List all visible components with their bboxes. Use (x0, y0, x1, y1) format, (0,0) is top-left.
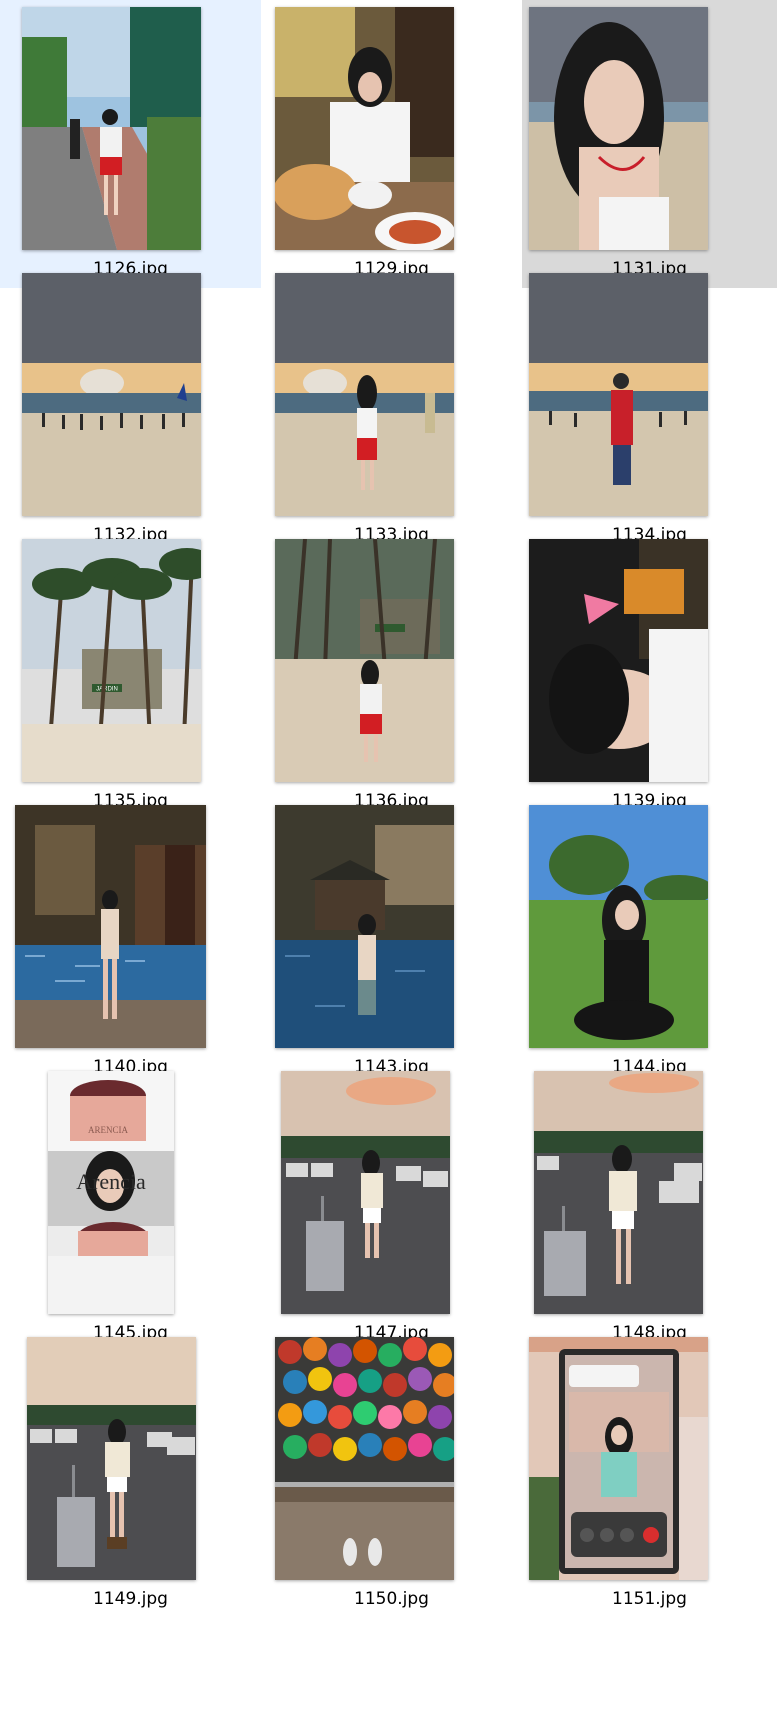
thumbnail (15, 805, 206, 1048)
thumbnail (529, 539, 708, 782)
file-grid: 1126.jpg 1129.jpg 1131.jpg 1132.jpg 1133… (0, 0, 777, 1710)
file-item[interactable]: 1147.jpg (261, 1064, 522, 1352)
file-item[interactable]: 1132.jpg (0, 266, 261, 554)
file-item[interactable]: 1134.jpg (522, 266, 777, 554)
file-item[interactable]: 1139.jpg (522, 532, 777, 820)
file-item[interactable]: 1149.jpg (0, 1330, 261, 1618)
parking-lot-suitcase-photo (281, 1071, 450, 1314)
file-item[interactable]: 1148.jpg (522, 1064, 777, 1352)
sunset-beach-pose-photo (275, 273, 454, 516)
beach-man-photo (529, 273, 708, 516)
thumbnail (27, 1337, 196, 1580)
file-item[interactable]: 1133.jpg (261, 266, 522, 554)
file-item[interactable]: JARDIN 1135.jpg (0, 532, 261, 820)
thumbnail: JARDIN (22, 539, 201, 782)
night-pool-wading-photo (275, 805, 454, 1048)
file-item[interactable]: ARENCIA Arencia 1145.jpg (0, 1064, 261, 1352)
file-name: 1151.jpg (612, 1589, 687, 1609)
file-name: 1150.jpg (354, 1589, 429, 1609)
thumbnail (529, 1337, 708, 1580)
thumbnail (275, 805, 454, 1048)
overlay-text: Arencia (76, 1169, 146, 1194)
thumbnail (529, 805, 708, 1048)
file-item[interactable]: 1129.jpg (261, 0, 522, 288)
jar-label: ARENCIA (88, 1125, 128, 1135)
park-grass-photo (529, 805, 708, 1048)
file-item[interactable]: 1126.jpg (0, 0, 261, 288)
jardin-sign: JARDIN (96, 687, 118, 693)
plush-toys-photo (275, 1337, 454, 1580)
file-item[interactable]: 1136.jpg (261, 532, 522, 820)
restaurant-photo (275, 7, 454, 250)
beach-selfie-photo (529, 7, 708, 250)
thumbnail (529, 7, 708, 250)
night-pool-photo (15, 805, 206, 1048)
thumbnail (22, 273, 201, 516)
thumbnail (534, 1071, 703, 1314)
file-item[interactable]: 1131.jpg (522, 0, 777, 288)
thumbnail (275, 1337, 454, 1580)
file-item[interactable]: 1143.jpg (261, 798, 522, 1086)
sunset-beach-photo (22, 273, 201, 516)
drink-selfie-photo (529, 539, 708, 782)
file-item[interactable]: 1150.jpg (261, 1330, 522, 1618)
palm-beach-photo: JARDIN (22, 539, 201, 782)
thumbnail (281, 1071, 450, 1314)
file-item[interactable]: 1144.jpg (522, 798, 777, 1086)
beach-evening-photo (275, 539, 454, 782)
mirror-selfie-photo (529, 1337, 708, 1580)
thumbnail (275, 7, 454, 250)
parking-lot-suitcase-photo-2 (27, 1337, 196, 1580)
file-item[interactable]: 1140.jpg (0, 798, 261, 1086)
thumbnail: ARENCIA Arencia (48, 1071, 174, 1314)
thumbnail (275, 273, 454, 516)
thumbnail (22, 7, 201, 250)
street-photo (22, 7, 201, 250)
cosmetic-product-photo: ARENCIA Arencia (48, 1071, 174, 1314)
file-name: 1149.jpg (93, 1589, 168, 1609)
thumbnail (275, 539, 454, 782)
thumbnail (529, 273, 708, 516)
parking-lot-walking-photo (534, 1071, 703, 1314)
file-item[interactable]: 1151.jpg (522, 1330, 777, 1618)
